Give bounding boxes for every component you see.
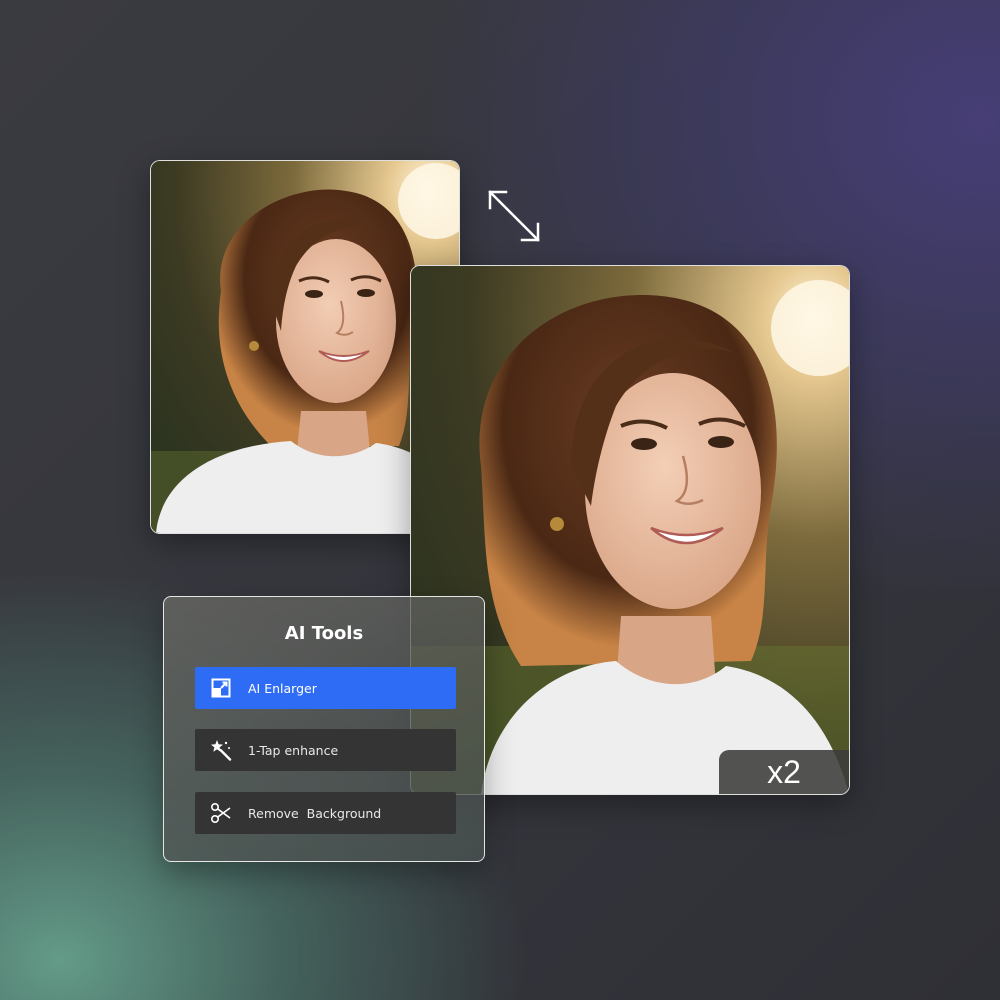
one-tap-enhance-button[interactable]: 1-Tap enhance [195,729,456,771]
ai-enlarger-button[interactable]: AI Enlarger [195,667,456,709]
ai-tools-panel: AI Tools AI Enlarger 1-Tap enhance Remov… [163,596,485,862]
scissors-icon [210,802,232,824]
remove-background-button[interactable]: Remove Background [195,792,456,834]
enlarge-icon [210,677,232,699]
one-tap-enhance-label: 1-Tap enhance [248,742,339,758]
panel-title: AI Tools [284,623,364,644]
magic-wand-icon [210,739,232,761]
remove-background-label: Remove Background [248,805,382,821]
scale-badge: x2 [719,750,849,794]
expand-arrows-icon [488,190,540,242]
ai-enlarger-label: AI Enlarger [248,680,317,696]
